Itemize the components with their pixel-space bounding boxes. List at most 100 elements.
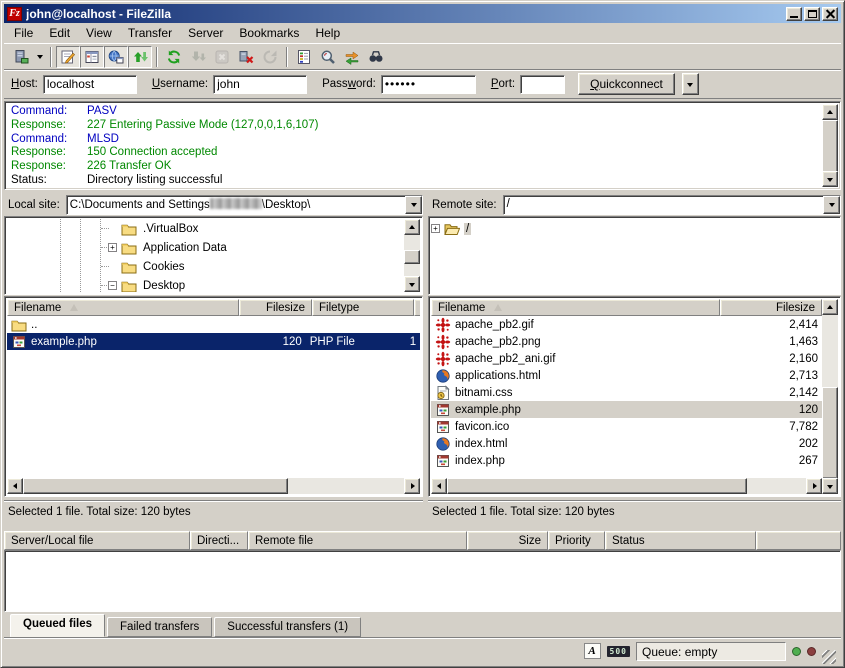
- file-row[interactable]: applications.html2,713: [431, 367, 822, 384]
- find-files-button[interactable]: [364, 46, 388, 68]
- process-queue-button[interactable]: [186, 46, 210, 68]
- remote-site-dropdown[interactable]: [823, 196, 840, 214]
- file-type-cell: PHP File: [306, 333, 406, 350]
- local-column-header-l[interactable]: L: [414, 299, 420, 316]
- file-row[interactable]: apache_pb2.gif2,414: [431, 316, 822, 333]
- username-input[interactable]: [213, 75, 307, 94]
- menu-bar: FileEditViewTransferServerBookmarksHelp: [4, 23, 841, 43]
- menu-file[interactable]: File: [6, 24, 41, 42]
- menu-help[interactable]: Help: [307, 24, 348, 42]
- cancel-operation-button[interactable]: [210, 46, 234, 68]
- local-column-header-filename[interactable]: Filename: [7, 299, 239, 316]
- file-row[interactable]: apache_pb2.png1,463: [431, 333, 822, 350]
- queue-column-header-filler[interactable]: [756, 531, 841, 550]
- file-row[interactable]: ..: [7, 316, 420, 333]
- queue-column-header-priority[interactable]: Priority: [548, 531, 605, 550]
- file-name-cell: favicon.ico: [431, 418, 720, 435]
- local-column-header-filesize[interactable]: Filesize: [239, 299, 312, 316]
- scroll-down-button[interactable]: [822, 478, 838, 494]
- scroll-right-button[interactable]: [806, 478, 822, 494]
- menu-edit[interactable]: Edit: [41, 24, 78, 42]
- menu-view[interactable]: View: [78, 24, 120, 42]
- scrollbar-thumb[interactable]: [822, 387, 838, 479]
- maximize-button[interactable]: [804, 7, 820, 21]
- title-bar[interactable]: Fz john@localhost - FileZilla: [4, 4, 841, 23]
- site-manager-dropdown[interactable]: [33, 46, 46, 68]
- file-row[interactable]: index.html202: [431, 435, 822, 452]
- column-header-label: Directi...: [197, 535, 239, 547]
- local-site-dropdown[interactable]: [405, 196, 422, 214]
- expand-icon[interactable]: +: [108, 243, 117, 252]
- tab-queued-files[interactable]: Queued files: [10, 614, 105, 637]
- scrollbar-thumb[interactable]: [404, 250, 420, 264]
- queue-column-header-remote-file[interactable]: Remote file: [248, 531, 467, 550]
- collapse-icon[interactable]: −: [108, 281, 117, 290]
- local-list-hscrollbar[interactable]: [7, 478, 420, 494]
- tab-successful-transfers-1[interactable]: Successful transfers (1): [214, 617, 361, 637]
- reconnect-button[interactable]: [258, 46, 282, 68]
- local-site-combobox[interactable]: C:\Documents and Settings\Desktop\: [66, 195, 423, 215]
- toggle-remote-tree-button[interactable]: [104, 46, 128, 68]
- scrollbar-thumb[interactable]: [447, 478, 747, 494]
- file-row[interactable]: apache_pb2_ani.gif2,160: [431, 350, 822, 367]
- menu-bookmarks[interactable]: Bookmarks: [231, 24, 307, 42]
- local-tree-item[interactable]: +Application Data: [7, 238, 403, 257]
- remote-column-header-filename[interactable]: Filename: [431, 299, 720, 316]
- scrollbar-thumb[interactable]: [822, 120, 838, 173]
- remote-list-hscrollbar[interactable]: [431, 478, 822, 494]
- local-tree-item[interactable]: .VirtualBox: [7, 219, 403, 238]
- file-row[interactable]: bitnami.css2,142: [431, 384, 822, 401]
- expand-icon[interactable]: +: [431, 224, 440, 233]
- filename-filters-button[interactable]: [292, 46, 316, 68]
- scroll-up-button[interactable]: [404, 219, 420, 235]
- toggle-transfer-queue-button[interactable]: [128, 46, 152, 68]
- queue-column-header-directi[interactable]: Directi...: [190, 531, 248, 550]
- scroll-up-button[interactable]: [822, 104, 838, 120]
- scrollbar-thumb[interactable]: [23, 478, 288, 494]
- menu-server[interactable]: Server: [180, 24, 231, 42]
- host-input[interactable]: [43, 75, 137, 94]
- directory-comparison-button[interactable]: [316, 46, 340, 68]
- log-vscrollbar[interactable]: [822, 104, 838, 187]
- procqueue-icon: [190, 49, 206, 65]
- disconnect-button[interactable]: [234, 46, 258, 68]
- toggle-message-log-button[interactable]: [56, 46, 80, 68]
- file-row[interactable]: example.php120: [431, 401, 822, 418]
- scroll-up-button[interactable]: [822, 299, 838, 315]
- file-row[interactable]: favicon.ico7,782: [431, 418, 822, 435]
- scroll-left-button[interactable]: [7, 478, 23, 494]
- scroll-left-button[interactable]: [431, 478, 447, 494]
- quickconnect-button[interactable]: Quickconnect: [578, 73, 675, 95]
- file-row[interactable]: index.php267: [431, 452, 822, 469]
- synchronized-browsing-button[interactable]: [340, 46, 364, 68]
- local-column-header-filetype[interactable]: Filetype: [312, 299, 414, 316]
- resize-grip[interactable]: [822, 650, 836, 664]
- file-name-cell: index.php: [431, 452, 720, 469]
- queue-body[interactable]: [4, 550, 841, 612]
- local-tree-item[interactable]: Cookies: [7, 257, 403, 276]
- scroll-right-button[interactable]: [404, 478, 420, 494]
- close-button[interactable]: [822, 7, 838, 21]
- port-input[interactable]: [520, 75, 565, 94]
- minimize-button[interactable]: [786, 7, 802, 21]
- scroll-down-button[interactable]: [822, 171, 838, 187]
- local-tree-item[interactable]: −Desktop: [7, 276, 403, 292]
- remote-column-header-filesize[interactable]: Filesize: [720, 299, 822, 316]
- remote-site-combobox[interactable]: /: [503, 195, 841, 215]
- toggle-local-tree-button[interactable]: [80, 46, 104, 68]
- queue-column-header-status[interactable]: Status: [605, 531, 756, 550]
- password-input[interactable]: [381, 75, 476, 94]
- remote-list-vscrollbar[interactable]: [822, 299, 838, 494]
- queue-column-header-size[interactable]: Size: [467, 531, 548, 550]
- quickconnect-dropdown[interactable]: [682, 73, 699, 95]
- queue-column-header-server-local-file[interactable]: Server/Local file: [4, 531, 190, 550]
- remote-tree-item[interactable]: +/: [431, 219, 838, 238]
- scroll-down-button[interactable]: [404, 276, 420, 292]
- file-row[interactable]: example.php120PHP File1: [7, 333, 420, 350]
- local-tree-vscrollbar[interactable]: [404, 219, 420, 292]
- menu-transfer[interactable]: Transfer: [120, 24, 180, 42]
- refresh-button[interactable]: [162, 46, 186, 68]
- tab-failed-transfers[interactable]: Failed transfers: [107, 617, 212, 637]
- log-line: Status:Directory listing successful: [11, 174, 821, 187]
- site-manager-button[interactable]: [9, 46, 33, 68]
